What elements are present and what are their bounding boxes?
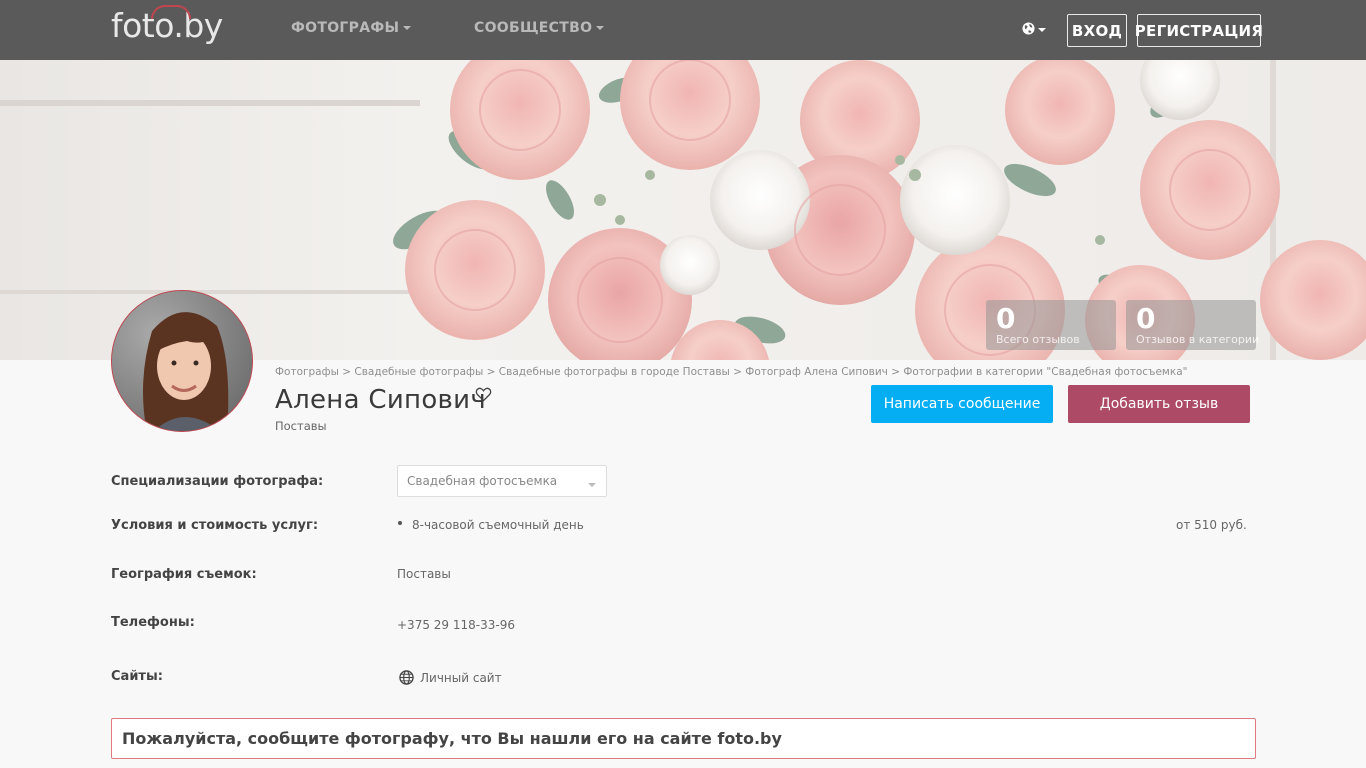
notice-banner: Пожалуйста, сообщите фотографу, что Вы н… [111,718,1256,759]
photographer-city: Поставы [275,419,327,433]
site-logo[interactable]: foto.by [111,5,223,45]
caret-down-icon [588,483,596,487]
breadcrumb-separator: > [887,366,904,378]
phones-label: Телефоны: [111,615,195,630]
avatar[interactable] [111,290,253,432]
personal-site-link[interactable]: Личный сайт [399,670,502,685]
breadcrumb-item: Фотографии в категории "Свадебная фотосъ… [903,366,1188,378]
stat-total-reviews: 0 Всего отзывов [986,300,1116,350]
sites-label: Сайты: [111,669,163,684]
stat-total-reviews-label: Всего отзывов [996,333,1080,346]
nav-community[interactable]: СООБЩЕСТВО [474,20,605,36]
breadcrumb-item[interactable]: Свадебные фотографы [354,366,483,378]
specialization-select[interactable]: Свадебная фотосъемка [397,465,607,497]
globe-icon [1022,22,1035,35]
top-navbar: foto.by ФОТОГРАФЫ СООБЩЕСТВО ВХОД РЕГИСТ… [0,0,1366,60]
breadcrumb: Фотографы > Свадебные фотографы > Свадеб… [275,366,1187,378]
breadcrumb-item[interactable]: Свадебные фотографы в городе Поставы [499,366,730,378]
nav-photographers[interactable]: ФОТОГРАФЫ [291,20,412,36]
breadcrumb-separator: > [729,366,746,378]
write-message-button[interactable]: Написать сообщение [871,385,1053,423]
nav-community-label: СООБЩЕСТВО [474,20,593,36]
stat-category-reviews: 0 Отзывов в категории [1126,300,1260,350]
caret-down-icon [596,26,605,30]
breadcrumb-separator: > [338,366,355,378]
service-price: от 510 руб. [1176,518,1247,532]
avatar-image [112,291,252,431]
add-review-button[interactable]: Добавить отзыв [1068,385,1250,423]
nav-photographers-label: ФОТОГРАФЫ [291,20,400,36]
stat-category-reviews-value: 0 [1136,302,1156,335]
phone-number[interactable]: +375 29 118-33-96 [397,618,515,632]
specializations-label: Специализации фотографа: [111,474,324,489]
geography-label: География съемок: [111,567,257,582]
caret-down-icon [403,26,412,30]
geography-value: Поставы [397,567,451,581]
breadcrumb-item[interactable]: Фотограф Алена Сипович [745,366,888,378]
personal-site-label: Личный сайт [420,670,502,685]
bullet-icon [398,521,402,525]
heart-icon[interactable] [475,387,492,402]
stat-total-reviews-value: 0 [996,302,1016,335]
login-button[interactable]: ВХОД [1067,14,1127,47]
logo-roof-icon [151,5,191,19]
breadcrumb-item[interactable]: Фотографы [275,366,339,378]
services-label: Условия и стоимость услуг: [111,518,319,533]
breadcrumb-separator: > [483,366,499,378]
photographer-name: Алена Сипович [275,385,487,415]
specialization-select-value: Свадебная фотосъемка [407,474,558,488]
service-name: 8-часовой съемочный день [412,518,584,532]
globe-icon [399,670,414,685]
stat-category-reviews-label: Отзывов в категории [1136,333,1260,346]
caret-down-icon [1038,28,1046,32]
language-selector[interactable] [1022,20,1048,40]
register-button[interactable]: РЕГИСТРАЦИЯ [1135,14,1263,47]
